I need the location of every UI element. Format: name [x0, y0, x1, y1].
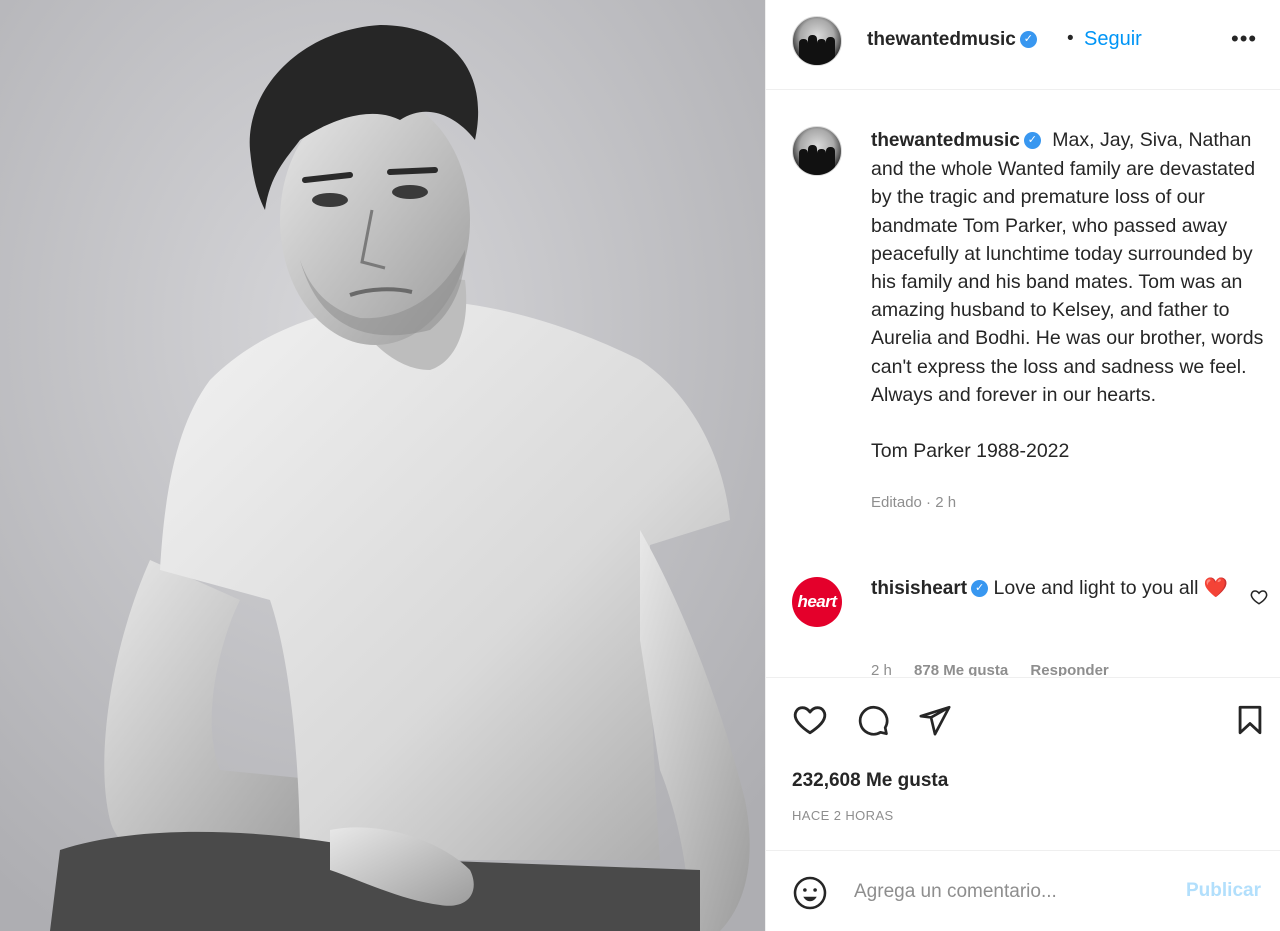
commenter-avatar[interactable]: heart [792, 577, 842, 627]
post-actions: 232,608 Me gusta HACE 2 HORAS [766, 677, 1280, 850]
portrait-illustration [0, 0, 765, 931]
caption-author-avatar[interactable] [792, 126, 842, 176]
comment-likes-count[interactable]: 878 Me gusta [914, 662, 1008, 676]
reply-button[interactable]: Responder [1030, 662, 1108, 676]
comment-time: 2 h [871, 662, 892, 676]
post-side-panel: thewantedmusic ✓ • Seguir ••• thewantedmu… [765, 0, 1280, 931]
likes-count[interactable]: 232,608 Me gusta [792, 770, 948, 792]
comment-bubble-icon[interactable] [856, 703, 890, 742]
caption-body: Max, Jay, Siva, Nathan and the whole Wan… [871, 129, 1264, 406]
comment-like-heart-icon[interactable] [1250, 588, 1268, 611]
post-timestamp[interactable]: HACE 2 HORAS [792, 808, 894, 823]
comment-input[interactable] [854, 877, 1174, 907]
caption-username-text[interactable]: thewantedmusic [871, 130, 1020, 151]
comment-text-block: thisisheart ✓ Love and light to you all ❤… [871, 574, 1231, 603]
follow-button[interactable]: Seguir [1084, 28, 1142, 51]
post-photo[interactable] [0, 0, 765, 931]
emoji-picker-icon[interactable] [792, 875, 828, 916]
red-heart-emoji-icon: ❤️ [1203, 577, 1229, 599]
bookmark-icon[interactable] [1233, 703, 1267, 742]
more-options-icon[interactable]: ••• [1231, 26, 1257, 52]
post-header: thewantedmusic ✓ • Seguir ••• [766, 0, 1280, 90]
comment-meta: 2 h 878 Me gusta Responder [871, 662, 1127, 676]
commenter-username[interactable]: thisisheart ✓ [871, 578, 989, 599]
add-comment-bar: Publicar [766, 850, 1280, 931]
post-comment-button[interactable]: Publicar [1186, 880, 1261, 902]
author-avatar[interactable] [792, 16, 842, 66]
author-username[interactable]: thewantedmusic ✓ [867, 29, 1037, 51]
like-heart-icon[interactable] [792, 702, 828, 743]
caption-signoff: Tom Parker 1988-2022 [871, 440, 1070, 463]
commenter-username-text[interactable]: thisisheart [871, 578, 967, 599]
verified-badge-icon: ✓ [971, 580, 989, 598]
caption-text-block: thewantedmusic ✓ Max, Jay, Siva, Nathan a… [871, 126, 1266, 517]
paper-plane-icon[interactable] [918, 703, 952, 742]
comment-body: Love and light to you all [993, 577, 1199, 599]
verified-badge-icon: ✓ [1019, 31, 1037, 49]
caption-edited-time: Editado · 2 h [871, 494, 957, 512]
comments-section[interactable]: thewantedmusic ✓ Max, Jay, Siva, Nathan a… [766, 91, 1280, 676]
verified-badge-icon: ✓ [1023, 132, 1041, 150]
author-username-text[interactable]: thewantedmusic [867, 29, 1016, 50]
caption-username[interactable]: thewantedmusic ✓ [871, 130, 1041, 151]
separator-dot: • [1067, 28, 1074, 49]
